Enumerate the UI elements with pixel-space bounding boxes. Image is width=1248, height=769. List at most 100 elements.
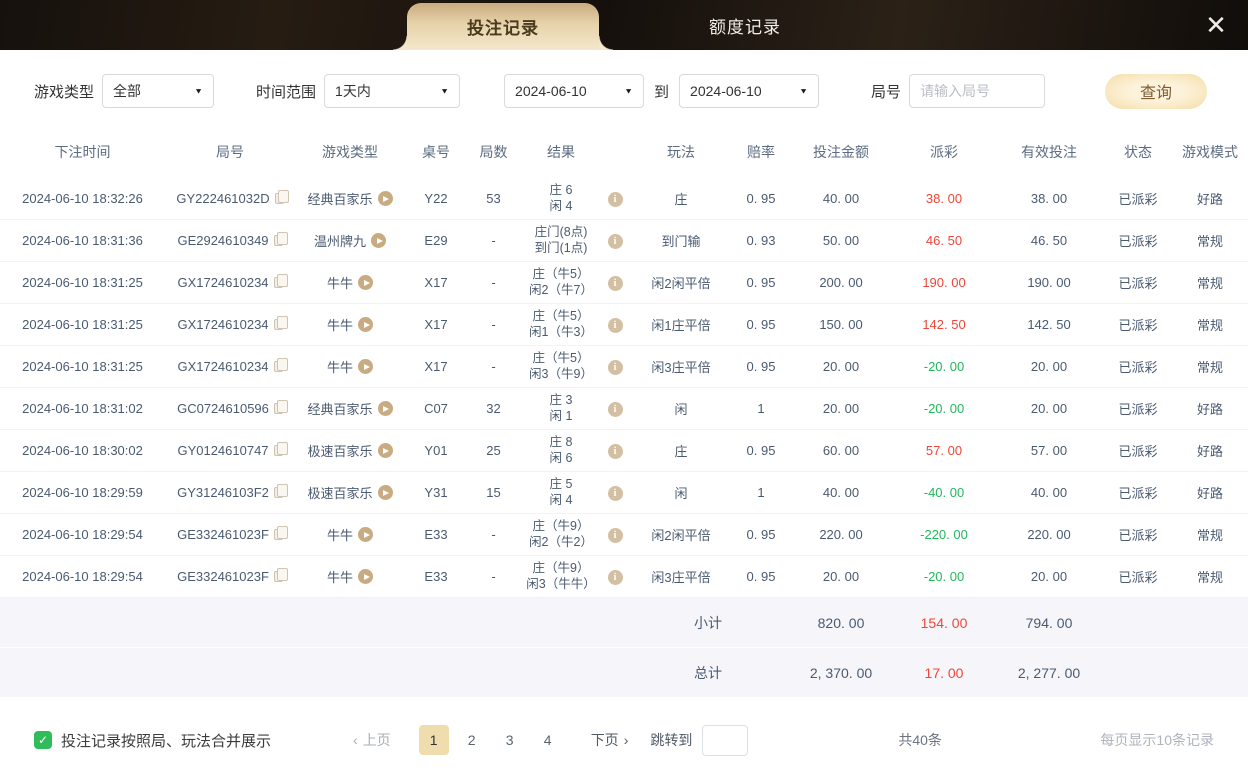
- info-icon[interactable]: [607, 192, 623, 207]
- play-type: 庄: [674, 444, 688, 459]
- bet-amount: 40. 00: [822, 191, 860, 206]
- chevron-down-icon: ▼: [799, 86, 809, 96]
- header-table-no: 桌号: [422, 144, 450, 160]
- play-type: 闲: [674, 486, 688, 501]
- copy-icon[interactable]: [274, 190, 289, 204]
- result-line1: 庄（牛5）: [532, 266, 590, 281]
- copy-icon[interactable]: [273, 484, 288, 498]
- result-line2: 闲2（牛2）: [529, 534, 593, 549]
- game-type-cell: 经典百家乐: [307, 189, 393, 208]
- payout: 38. 00: [925, 191, 963, 206]
- play-icon[interactable]: [377, 191, 393, 206]
- info-icon[interactable]: [607, 402, 623, 417]
- odds: 0. 95: [746, 191, 776, 206]
- game-type-cell: 牛牛: [327, 315, 373, 334]
- tab-bet-records[interactable]: 投注记录: [393, 3, 613, 50]
- info-icon[interactable]: [607, 318, 623, 333]
- info-icon[interactable]: [607, 234, 623, 249]
- payout: -220. 00: [920, 527, 968, 542]
- table-row: 2024-06-10 18:31:36 GE2924610349 温州牌九 E2…: [0, 220, 1248, 262]
- info-icon[interactable]: [607, 360, 623, 375]
- copy-icon[interactable]: [273, 400, 288, 414]
- result-line2: 闲3（牛牛）: [526, 576, 596, 591]
- round-count: 32: [486, 401, 501, 416]
- copy-icon[interactable]: [273, 358, 288, 372]
- round-id-cell: GE332461023F: [177, 568, 288, 584]
- tab-quota-records[interactable]: 额度记录: [649, 0, 841, 50]
- table-row: 2024-06-10 18:29:54 GE332461023F 牛牛 E33 …: [0, 556, 1248, 598]
- round-id-cell: GX1724610234: [177, 274, 288, 290]
- round-count: 25: [486, 443, 501, 458]
- total-bet: 2, 370. 00: [809, 664, 873, 681]
- round-id: GE332461023F: [177, 527, 269, 542]
- result-line1: 庄 8: [549, 434, 573, 449]
- table-no: E33: [424, 527, 448, 542]
- status: 已派彩: [1118, 528, 1158, 543]
- subtotal-label: 小计: [694, 614, 722, 631]
- game-type: 牛牛: [326, 360, 353, 375]
- round-id: GE332461023F: [177, 569, 269, 584]
- time-range-select[interactable]: 1天内 ▼: [324, 74, 461, 108]
- merge-display-option[interactable]: ✓ 投注记录按照局、玩法合并展示: [34, 730, 271, 751]
- play-icon[interactable]: [358, 317, 373, 332]
- page-button-3[interactable]: 3: [495, 725, 525, 755]
- dialog-titlebar: 投注记录 额度记录 ✕: [0, 0, 1248, 50]
- bet-amount: 50. 00: [822, 233, 860, 248]
- round-id-cell: GE332461023F: [177, 526, 288, 542]
- bet-amount: 20. 00: [822, 401, 860, 416]
- payout: 57. 00: [925, 443, 963, 458]
- table-no: E29: [424, 233, 448, 248]
- next-page-button[interactable]: 下页 ›: [591, 730, 629, 750]
- play-icon[interactable]: [377, 485, 393, 500]
- filter-bar: 游戏类型 全部 ▼ 时间范围 1天内 ▼ 2024-06-10 ▼ 到 2024…: [0, 50, 1248, 126]
- status: 已派彩: [1118, 444, 1158, 459]
- copy-icon[interactable]: [273, 316, 288, 330]
- play-icon[interactable]: [371, 233, 386, 248]
- round-id-cell: GX1724610234: [177, 316, 288, 332]
- status: 已派彩: [1118, 486, 1158, 501]
- jump-to-input[interactable]: [702, 724, 749, 756]
- play-icon[interactable]: [358, 569, 373, 584]
- game-mode: 好路: [1196, 486, 1223, 501]
- page-button-2[interactable]: 2: [457, 725, 487, 755]
- date-to-select[interactable]: 2024-06-10 ▼: [679, 74, 820, 108]
- page-button-1[interactable]: 1: [418, 725, 449, 755]
- date-from-select[interactable]: 2024-06-10 ▼: [504, 74, 645, 108]
- checkbox-checked-icon[interactable]: ✓: [34, 731, 52, 749]
- info-icon[interactable]: [607, 444, 623, 459]
- play-icon[interactable]: [358, 527, 373, 542]
- copy-icon[interactable]: [273, 568, 288, 582]
- round-count: 15: [486, 485, 501, 500]
- merge-display-label: 投注记录按照局、玩法合并展示: [61, 732, 272, 750]
- result-line1: 庄 6: [549, 182, 573, 197]
- odds: 0. 95: [746, 569, 776, 584]
- info-icon[interactable]: [607, 528, 623, 543]
- status: 已派彩: [1118, 276, 1158, 291]
- play-icon[interactable]: [358, 359, 373, 374]
- copy-icon[interactable]: [273, 232, 288, 246]
- copy-icon[interactable]: [273, 442, 288, 456]
- round-id-cell: GX1724610234: [177, 358, 288, 374]
- subtotal-row: 小计 820. 00 154. 00 794. 00: [0, 598, 1248, 648]
- play-icon[interactable]: [358, 275, 373, 290]
- search-button[interactable]: 查询: [1105, 73, 1208, 109]
- bet-time: 2024-06-10 18:32:26: [22, 191, 143, 206]
- play-type: 到门输: [661, 234, 701, 249]
- game-type-cell: 牛牛: [327, 273, 373, 292]
- game-type: 经典百家乐: [307, 402, 373, 417]
- info-icon[interactable]: [607, 276, 623, 291]
- copy-icon[interactable]: [273, 274, 288, 288]
- info-icon[interactable]: [607, 570, 623, 585]
- page-button-4[interactable]: 4: [533, 725, 563, 755]
- play-icon[interactable]: [377, 401, 393, 416]
- info-icon[interactable]: [607, 486, 623, 501]
- table-no: E33: [424, 569, 448, 584]
- round-no-input[interactable]: [920, 83, 1035, 99]
- play-icon[interactable]: [377, 443, 393, 458]
- game-type-select[interactable]: 全部 ▼: [102, 74, 215, 108]
- copy-icon[interactable]: [273, 526, 288, 540]
- prev-page-button[interactable]: ‹ 上页: [353, 730, 391, 750]
- header-valid-bet: 有效投注: [1021, 144, 1077, 160]
- date-from-value: 2024-06-10: [515, 83, 587, 99]
- close-icon[interactable]: ✕: [1194, 0, 1238, 50]
